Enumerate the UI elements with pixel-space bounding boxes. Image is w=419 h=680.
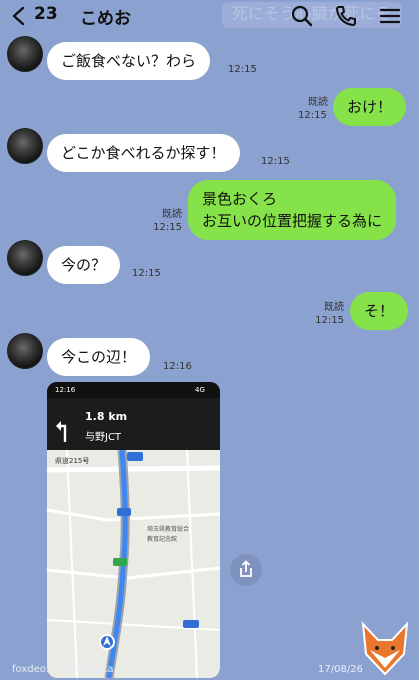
message-bubble-outgoing[interactable]: おけ！ xyxy=(333,88,407,126)
unread-count[interactable]: 23 xyxy=(34,4,58,24)
message-bubble-incoming[interactable]: 今この辺！ xyxy=(47,338,151,376)
map-poi-label: 埼玉県教育総合 xyxy=(147,526,190,533)
message-time: 12:15 xyxy=(261,156,290,167)
message-time: 12:15 xyxy=(132,268,161,279)
message-bubble-outgoing[interactable]: 景色おくろ お互いの位置把握する為に xyxy=(188,180,397,240)
navigation-banner: 1.8 km 与野JCT xyxy=(47,398,220,450)
avatar[interactable] xyxy=(7,36,43,72)
message-time: 12:15 xyxy=(228,64,257,75)
chat-header: 23 こめお 死にそう心臓が死にそ xyxy=(0,0,419,32)
image-status-bar: 12:16 4G xyxy=(47,382,220,398)
shared-image-message[interactable]: 12:16 4G 1.8 km 与野JCT 県道215号 埼玉県教育総合 教育記… xyxy=(47,382,220,678)
share-icon xyxy=(240,560,252,577)
menu-icon[interactable] xyxy=(378,4,402,28)
map-poi-label: 教育記念館 xyxy=(147,536,178,543)
image-network-label: 4G xyxy=(195,386,205,394)
message-line: 景色おくろ xyxy=(202,190,278,208)
fox-logo-icon xyxy=(361,621,409,676)
nav-junction: 与野JCT xyxy=(85,432,122,443)
map-view: 県道215号 埼玉県教育総合 教育記念館 xyxy=(47,449,220,678)
message-bubble-incoming[interactable]: 今の？ xyxy=(47,246,121,284)
search-icon[interactable] xyxy=(290,4,314,28)
message-time: 12:15 xyxy=(315,315,344,326)
map-roads xyxy=(47,449,220,678)
avatar[interactable] xyxy=(7,333,43,369)
message-line: お互いの位置把握する為に xyxy=(202,212,383,230)
read-receipt: 既読 xyxy=(308,97,328,108)
back-arrow-icon[interactable] xyxy=(10,6,28,26)
message-bubble-incoming[interactable]: ご飯食べない？わら xyxy=(47,42,211,80)
read-receipt: 既読 xyxy=(324,302,344,313)
message-time: 12:15 xyxy=(298,110,327,121)
read-receipt: 既読 xyxy=(162,209,182,220)
message-time: 12:15 xyxy=(153,222,182,233)
nav-distance: 1.8 km xyxy=(85,410,128,423)
chat-title: こめお xyxy=(80,9,131,29)
phone-icon[interactable] xyxy=(334,4,358,28)
share-button[interactable] xyxy=(230,554,262,586)
message-time: 12:16 xyxy=(163,361,192,372)
avatar[interactable] xyxy=(7,128,43,164)
map-road-label: 県道215号 xyxy=(55,457,90,465)
date-stamp: 17/08/26 xyxy=(318,664,363,675)
message-bubble-incoming[interactable]: どこか食べれるか探す！ xyxy=(47,134,240,172)
image-status-time: 12:16 xyxy=(55,386,76,394)
message-bubble-outgoing[interactable]: そ！ xyxy=(350,292,409,330)
avatar[interactable] xyxy=(7,240,43,276)
watermark: foxdeo.com/renkuka... xyxy=(12,664,124,675)
turn-left-arrow-icon xyxy=(56,421,67,442)
